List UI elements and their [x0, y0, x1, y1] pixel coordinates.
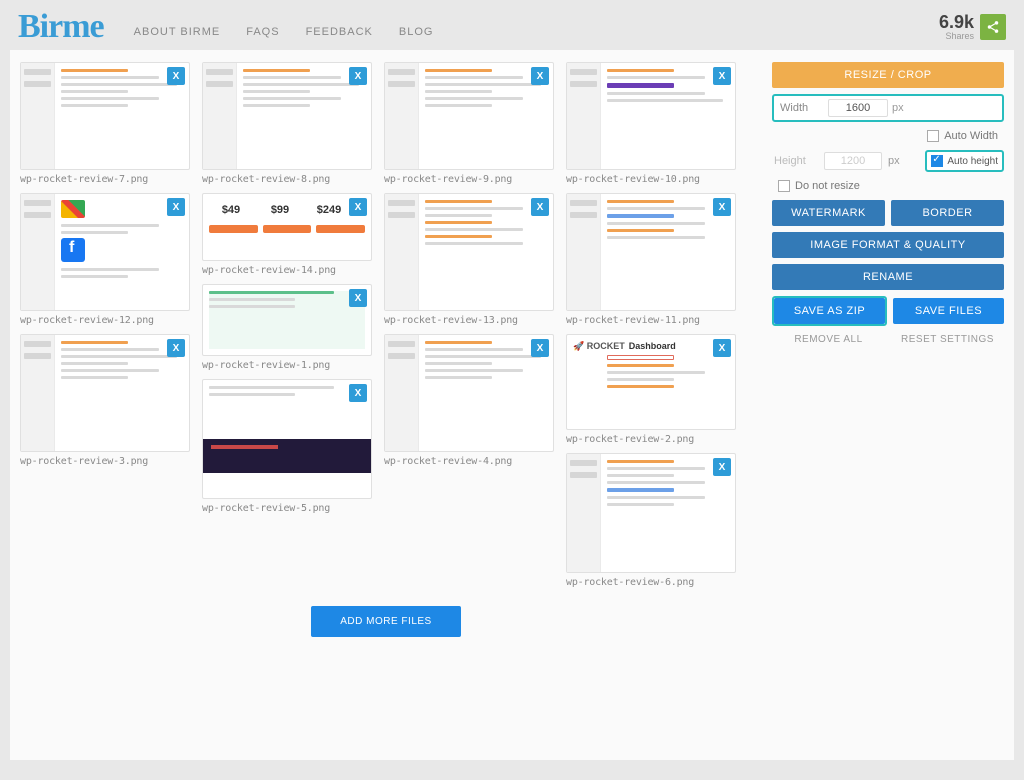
reset-settings-link[interactable]: RESET SETTINGS: [891, 332, 1004, 345]
image-card[interactable]: $49$99$249X wp-rocket-review-14.png: [202, 193, 372, 276]
header: Birme ABOUT BIRME FAQS FEEDBACK BLOG 6.9…: [0, 0, 1024, 50]
filename-caption: wp-rocket-review-6.png: [566, 577, 736, 588]
rename-button[interactable]: RENAME: [772, 264, 1004, 290]
thumbnail[interactable]: 🚀 ROCKETDashboardX: [566, 334, 736, 430]
image-card[interactable]: Xwp-rocket-review-7.png: [20, 62, 190, 185]
auto-width-checkbox[interactable]: [927, 130, 939, 142]
thumbnail[interactable]: X: [20, 62, 190, 170]
auto-width-label: Auto Width: [944, 130, 998, 142]
image-card[interactable]: Xwp-rocket-review-11.png: [566, 193, 736, 326]
filename-caption: wp-rocket-review-13.png: [384, 315, 554, 326]
thumbnail[interactable]: X: [566, 62, 736, 170]
auto-height-label: Auto height: [947, 156, 998, 167]
auto-height-checkbox[interactable]: [931, 155, 943, 167]
height-input[interactable]: 1200: [824, 152, 882, 170]
width-unit: px: [892, 102, 904, 114]
thumbnail[interactable]: X: [384, 334, 554, 452]
remove-image-button[interactable]: X: [349, 198, 367, 216]
filename-caption: wp-rocket-review-11.png: [566, 315, 736, 326]
remove-image-button[interactable]: X: [349, 67, 367, 85]
height-unit: px: [888, 155, 908, 167]
thumbnail[interactable]: X: [202, 379, 372, 499]
height-label: Height: [774, 155, 818, 167]
remove-image-button[interactable]: X: [713, 198, 731, 216]
logo[interactable]: Birme: [18, 8, 104, 46]
filename-caption: wp-rocket-review-5.png: [202, 503, 372, 514]
thumbnail[interactable]: X: [566, 453, 736, 573]
share-number: 6.9k: [939, 13, 974, 31]
do-not-resize-checkbox[interactable]: [778, 180, 790, 192]
image-card[interactable]: Xwp-rocket-review-8.png: [202, 62, 372, 185]
image-card[interactable]: Xwp-rocket-review-3.png: [20, 334, 190, 467]
do-not-resize-label: Do not resize: [795, 180, 860, 192]
thumbnail[interactable]: $49$99$249X: [202, 193, 372, 261]
image-card[interactable]: Xwp-rocket-review-1.png: [202, 284, 372, 371]
image-card[interactable]: Xwp-rocket-review-13.png: [384, 193, 554, 326]
share-count: 6.9k Shares: [939, 13, 974, 41]
remove-image-button[interactable]: X: [531, 339, 549, 357]
remove-image-button[interactable]: X: [713, 339, 731, 357]
image-card[interactable]: Xwp-rocket-review-6.png: [566, 453, 736, 588]
remove-image-button[interactable]: X: [349, 384, 367, 402]
remove-image-button[interactable]: X: [713, 67, 731, 85]
share-label: Shares: [939, 31, 974, 41]
filename-caption: wp-rocket-review-2.png: [566, 434, 736, 445]
share-button[interactable]: [980, 14, 1006, 40]
filename-caption: wp-rocket-review-8.png: [202, 174, 372, 185]
remove-image-button[interactable]: X: [167, 339, 185, 357]
save-as-zip-button[interactable]: SAVE AS ZIP: [774, 298, 885, 324]
nav-about[interactable]: ABOUT BIRME: [134, 26, 221, 38]
image-card[interactable]: Xwp-rocket-review-5.png: [202, 379, 372, 514]
width-block: Width 1600 px: [772, 94, 1004, 122]
filename-caption: wp-rocket-review-4.png: [384, 456, 554, 467]
remove-image-button[interactable]: X: [531, 198, 549, 216]
share-icon: [986, 20, 1000, 34]
filename-caption: wp-rocket-review-10.png: [566, 174, 736, 185]
thumbnail[interactable]: X: [20, 193, 190, 311]
remove-image-button[interactable]: X: [349, 289, 367, 307]
app: Xwp-rocket-review-7.pngXwp-rocket-review…: [10, 50, 1014, 760]
thumbnail[interactable]: X: [566, 193, 736, 311]
nav: ABOUT BIRME FAQS FEEDBACK BLOG: [134, 26, 434, 38]
watermark-button[interactable]: WATERMARK: [772, 200, 885, 226]
filename-caption: wp-rocket-review-3.png: [20, 456, 190, 467]
image-format-button[interactable]: IMAGE FORMAT & QUALITY: [772, 232, 1004, 258]
width-label: Width: [780, 102, 824, 114]
gallery: Xwp-rocket-review-7.pngXwp-rocket-review…: [10, 50, 762, 760]
thumbnail[interactable]: X: [20, 334, 190, 452]
filename-caption: wp-rocket-review-9.png: [384, 174, 554, 185]
filename-caption: wp-rocket-review-12.png: [20, 315, 190, 326]
remove-image-button[interactable]: X: [167, 67, 185, 85]
remove-image-button[interactable]: X: [167, 198, 185, 216]
image-card[interactable]: Xwp-rocket-review-4.png: [384, 334, 554, 467]
remove-image-button[interactable]: X: [713, 458, 731, 476]
width-input[interactable]: 1600: [828, 99, 888, 117]
image-card[interactable]: Xwp-rocket-review-9.png: [384, 62, 554, 185]
thumbnail[interactable]: X: [202, 62, 372, 170]
save-files-button[interactable]: SAVE FILES: [893, 298, 1004, 324]
nav-faqs[interactable]: FAQS: [246, 26, 279, 38]
image-card[interactable]: Xwp-rocket-review-12.png: [20, 193, 190, 326]
filename-caption: wp-rocket-review-7.png: [20, 174, 190, 185]
image-card[interactable]: 🚀 ROCKETDashboardX wp-rocket-review-2.png: [566, 334, 736, 445]
border-button[interactable]: BORDER: [891, 200, 1004, 226]
thumbnail[interactable]: X: [384, 62, 554, 170]
filename-caption: wp-rocket-review-14.png: [202, 265, 372, 276]
nav-feedback[interactable]: FEEDBACK: [306, 26, 373, 38]
thumbnail[interactable]: X: [202, 284, 372, 356]
resize-crop-button[interactable]: RESIZE / CROP: [772, 62, 1004, 88]
remove-image-button[interactable]: X: [531, 67, 549, 85]
filename-caption: wp-rocket-review-1.png: [202, 360, 372, 371]
add-more-button[interactable]: ADD MORE FILES: [311, 606, 461, 637]
image-card[interactable]: Xwp-rocket-review-10.png: [566, 62, 736, 185]
settings-panel: RESIZE / CROP Width 1600 px Auto Width H…: [762, 50, 1014, 760]
nav-blog[interactable]: BLOG: [399, 26, 434, 38]
thumbnail[interactable]: X: [384, 193, 554, 311]
remove-all-link[interactable]: REMOVE ALL: [772, 332, 885, 345]
